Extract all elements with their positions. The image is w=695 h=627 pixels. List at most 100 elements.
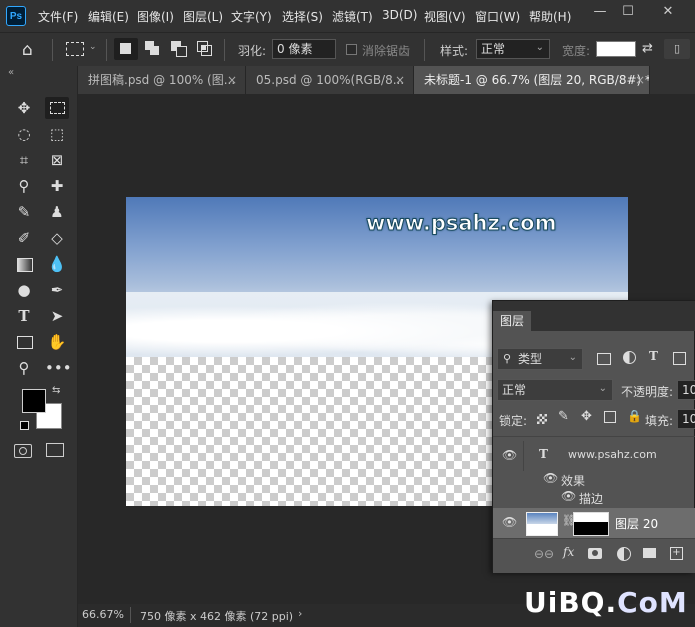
object-select-tool-icon[interactable]: ⬚ (45, 123, 69, 145)
folder-icon[interactable] (643, 548, 656, 558)
layer-row-image[interactable]: 👁 ⛓ 图层 20 (493, 508, 695, 538)
healing-brush-tool-icon[interactable]: ✚ (45, 175, 69, 197)
menu-help[interactable]: 帮助(H) (529, 8, 571, 25)
crop-tool-icon[interactable]: ⌗ (12, 149, 36, 171)
more-tools-icon[interactable]: ••• (45, 357, 72, 379)
add-selection-button[interactable] (143, 39, 163, 59)
maximize-button[interactable]: ☐ (616, 4, 640, 20)
zoom-tool-icon[interactable]: ⚲ (12, 357, 36, 379)
menu-edit[interactable]: 编辑(E) (88, 8, 129, 25)
width-label: 宽度: (562, 44, 591, 58)
antialias-checkbox[interactable] (346, 44, 357, 55)
tab-05-psd[interactable]: 05.psd @ 100%(RGB/8... × (246, 66, 414, 94)
gradient-tool-icon[interactable] (12, 253, 36, 275)
layers-panel-header: 图层 (493, 301, 695, 331)
status-arrow-icon[interactable]: › (298, 607, 302, 620)
close-window-button[interactable]: ✕ (656, 4, 680, 20)
foreground-color-swatch[interactable] (22, 389, 46, 413)
lock-all-icon[interactable]: 🔒 (627, 409, 642, 423)
lasso-tool-icon[interactable]: ◌ (12, 123, 36, 145)
default-colors-icon[interactable] (20, 421, 29, 430)
photoshop-logo: Ps (6, 6, 26, 26)
eye-icon[interactable]: 👁 (502, 448, 517, 462)
blend-mode-select[interactable]: 正常 ⌄ (497, 379, 613, 401)
tab-untitled-1[interactable]: 未标题-1 @ 66.7% (图层 20, RGB/8#) * × (414, 66, 650, 94)
lock-artboard-icon[interactable] (604, 411, 616, 423)
style-select-value: 正常 (481, 42, 506, 56)
watermark-part-2: CoM (617, 586, 688, 619)
lock-position-icon[interactable]: ✥ (581, 409, 592, 424)
adjust-edge-button[interactable]: ▯ (664, 39, 690, 59)
close-icon[interactable]: × (227, 66, 237, 94)
minimize-button[interactable]: — (588, 4, 612, 20)
stroke-effect-row[interactable]: 👁 描边 (493, 489, 695, 507)
menu-window[interactable]: 窗口(W) (475, 8, 520, 25)
opacity-input[interactable]: 100 (677, 380, 695, 400)
eyedropper-tool-icon[interactable]: ⚲ (12, 175, 36, 197)
style-select[interactable]: 正常 ⌄ (476, 39, 550, 59)
pen-tool-icon[interactable]: ✒ (45, 279, 69, 301)
stamp-tool-icon[interactable]: ♟ (45, 201, 69, 223)
fill-input[interactable]: 100 (677, 409, 695, 429)
dodge-tool-icon[interactable]: ● (12, 279, 36, 301)
intersect-selection-button[interactable] (195, 39, 215, 59)
hand-tool-icon[interactable]: ✋ (45, 331, 69, 353)
link-layers-icon[interactable]: ⊖⊖ (534, 547, 554, 561)
home-icon[interactable]: ⌂ (22, 40, 33, 60)
zoom-level[interactable]: 66.67% (82, 608, 124, 621)
layer-filter-select[interactable]: ⚲ 类型 ⌄ (497, 348, 583, 370)
blur-tool-icon[interactable]: 💧 (45, 253, 69, 275)
move-tool-icon[interactable]: ✥ (12, 97, 36, 119)
adjustment-layer-icon[interactable] (617, 547, 631, 561)
subtract-selection-button[interactable] (169, 39, 189, 59)
pixel-filter-icon[interactable] (597, 353, 611, 365)
lock-pixels-icon[interactable]: ✎ (558, 409, 569, 424)
new-layer-icon[interactable]: + (670, 547, 683, 560)
add-mask-icon[interactable] (588, 548, 602, 559)
feather-input[interactable]: 0 像素 (272, 39, 336, 59)
rectangle-tool-icon[interactable] (12, 331, 36, 353)
feather-label: 羽化: (238, 44, 267, 58)
menu-file[interactable]: 文件(F) (38, 8, 78, 25)
quick-mask-icon[interactable] (14, 444, 32, 458)
eye-icon[interactable]: 👁 (543, 471, 558, 485)
marquee-tool-icon[interactable] (45, 97, 69, 119)
menu-layer[interactable]: 图层(L) (183, 8, 223, 25)
menu-select[interactable]: 选择(S) (282, 8, 323, 25)
menu-image[interactable]: 图像(I) (137, 8, 174, 25)
layer-effects-row[interactable]: 👁 效果 (493, 471, 695, 489)
new-selection-button[interactable] (114, 38, 138, 60)
menu-type[interactable]: 文字(Y) (231, 8, 272, 25)
layer-thumbnail[interactable] (526, 512, 558, 536)
adjustment-filter-icon[interactable] (623, 351, 636, 364)
frame-tool-icon[interactable]: ⊠ (45, 149, 69, 171)
swap-icon[interactable]: ⇄ (642, 41, 653, 56)
eye-icon[interactable]: 👁 (561, 489, 576, 503)
path-select-tool-icon[interactable]: ➤ (45, 305, 69, 327)
menu-filter[interactable]: 滤镜(T) (332, 8, 373, 25)
menu-3d[interactable]: 3D(D) (382, 8, 417, 22)
layer-row-text[interactable]: 👁 T www.psahz.com (493, 441, 695, 471)
collapse-icon[interactable]: « (8, 67, 14, 78)
width-input[interactable] (596, 41, 636, 57)
close-icon[interactable]: × (635, 66, 645, 94)
lock-transparency-icon[interactable] (537, 414, 547, 424)
screen-mode-icon[interactable] (46, 443, 64, 457)
layer-mask-thumbnail[interactable] (573, 512, 609, 536)
menu-view[interactable]: 视图(V) (424, 8, 466, 25)
tab-collage-psd[interactable]: 拼图稿.psd @ 100% (图... × (78, 66, 246, 94)
type-layer-icon: T (539, 447, 548, 461)
type-filter-icon[interactable]: T (649, 349, 658, 363)
history-brush-tool-icon[interactable]: ✐ (12, 227, 36, 249)
brush-tool-icon[interactable]: ✎ (12, 201, 36, 223)
eye-icon[interactable]: 👁 (502, 515, 517, 529)
chevron-down-icon[interactable]: ⌄ (89, 42, 97, 52)
close-icon[interactable]: × (395, 66, 405, 94)
fx-icon[interactable]: fx (563, 545, 574, 559)
type-tool-icon[interactable]: T (12, 305, 36, 327)
layers-tab[interactable]: 图层 (493, 311, 531, 331)
shape-filter-icon[interactable] (673, 352, 686, 365)
eraser-tool-icon[interactable]: ◇ (45, 227, 69, 249)
marquee-preset-icon[interactable] (66, 42, 84, 56)
swap-colors-icon[interactable]: ⇆ (52, 385, 60, 396)
